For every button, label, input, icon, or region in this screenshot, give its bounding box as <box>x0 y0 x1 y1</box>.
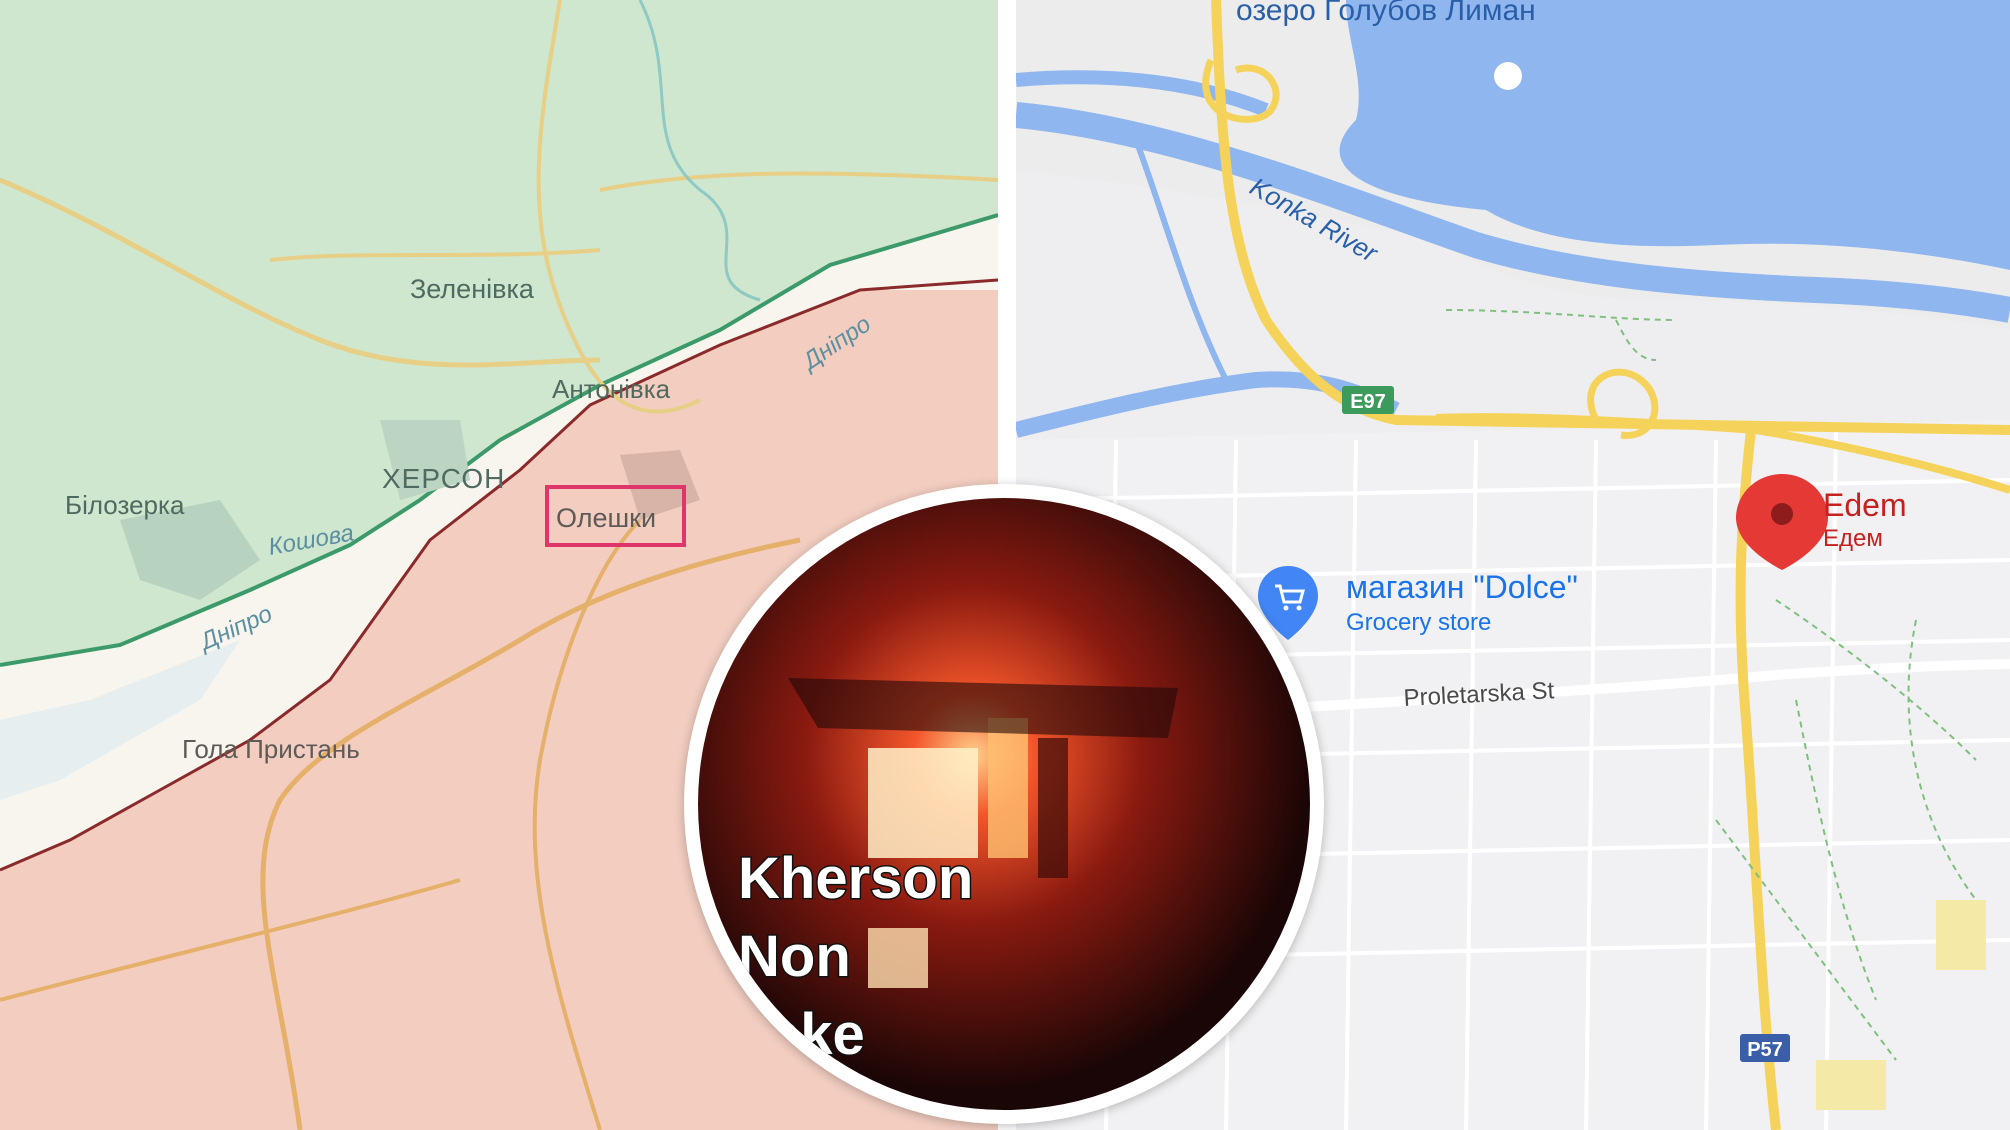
poi-dolce-category: Grocery store <box>1346 609 1491 636</box>
kherson-label: ХЕРСОН <box>382 463 505 494</box>
pin-center-dot <box>1771 503 1793 525</box>
poi-dolce-name: магазин "Dolce" <box>1346 569 1578 605</box>
bilozerka-label: Білозерка <box>65 490 185 520</box>
lake-label: озеро Голубов Лиман <box>1236 0 1536 27</box>
hola-prystan-label: Гола Пристань <box>182 734 360 764</box>
lake-island <box>1494 62 1522 90</box>
caption-line-3: ake <box>768 1002 865 1067</box>
caption-line-1: Kherson <box>738 846 973 911</box>
flame-bright-3 <box>868 928 928 988</box>
caption-line-2: Non <box>738 924 851 989</box>
road-shield-e97: E97 <box>1342 386 1394 414</box>
antonivka-label: Антонівка <box>552 374 671 404</box>
flame-bright-2 <box>988 718 1028 858</box>
flame-bright-1 <box>868 748 978 858</box>
p57-shield-label: P57 <box>1747 1039 1783 1061</box>
silhouette-post <box>1038 738 1068 878</box>
edem-label: Edem <box>1823 487 1907 523</box>
zelenivka-label: Зеленівка <box>410 274 535 304</box>
fire-video-inset: Kherson Non ake <box>684 484 1324 1124</box>
fire-image: Kherson Non ake <box>698 498 1310 1110</box>
e97-shield-label: E97 <box>1350 391 1386 413</box>
edem-sublabel: Едем <box>1823 525 1883 552</box>
road-shield-p57: P57 <box>1740 1034 1790 1062</box>
oleshky-label: Олешки <box>556 503 656 533</box>
